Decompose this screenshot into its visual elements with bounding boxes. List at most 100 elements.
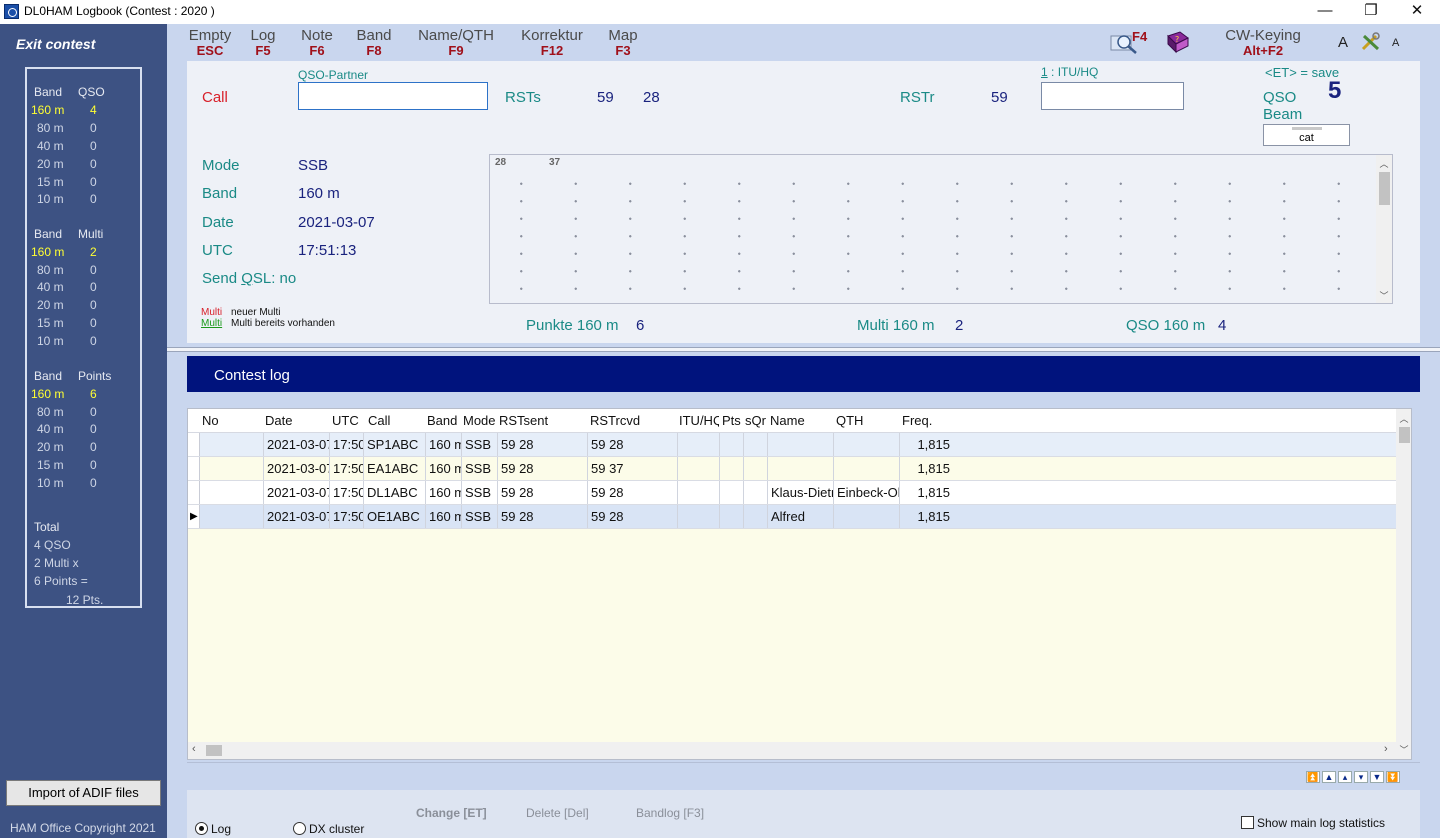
scroll-thumb[interactable]	[206, 745, 222, 756]
log-horizontal-scrollbar[interactable]: ‹ ›	[188, 742, 1396, 759]
log-radio[interactable]	[195, 822, 208, 835]
cat-button[interactable]: cat	[1263, 124, 1350, 146]
import-adif-button[interactable]: Import of ADIF files	[6, 780, 161, 806]
restore-button[interactable]: ❐	[1348, 0, 1394, 24]
menu-korrektur[interactable]: Korrektur F12	[516, 28, 588, 58]
log-vertical-scrollbar[interactable]: ︿ ﹀	[1396, 409, 1411, 759]
column-header[interactable]: Call	[368, 413, 390, 428]
menu-label: Map	[608, 27, 638, 44]
cell-rstrcvd: 59 28	[588, 481, 678, 504]
chevron-up-icon[interactable]: ︿	[1396, 412, 1411, 425]
column-header[interactable]: Band	[427, 413, 457, 428]
legend-new-tag: Multi	[201, 307, 223, 318]
itu-hq-input[interactable]	[1041, 82, 1184, 110]
mode-value[interactable]: SSB	[298, 157, 328, 174]
table-row[interactable]: 2021-03-07 17:50 EA1ABC 160 m SSB 59 28 …	[188, 457, 1396, 481]
multi-value: 0	[90, 263, 97, 277]
cell-call: OE1ABC	[364, 505, 426, 528]
cell-rstsent: 59 28	[498, 457, 588, 480]
row-indicator[interactable]	[188, 433, 200, 456]
menu-map[interactable]: Map F3	[605, 28, 641, 58]
change-button[interactable]: Change [ET]	[416, 806, 487, 820]
dx-cluster-radio[interactable]	[293, 822, 306, 835]
total-result: 12 Pts.	[66, 593, 104, 607]
scroll-thumb[interactable]	[1379, 172, 1390, 205]
rstr-value[interactable]: 59	[991, 89, 1008, 106]
scroll-thumb[interactable]	[1399, 427, 1410, 443]
utc-value[interactable]: 17:51:13	[298, 242, 356, 259]
exit-contest-button[interactable]: Exit contest	[16, 36, 95, 52]
help-book-button[interactable]: ?	[1164, 30, 1192, 56]
column-header[interactable]: UTC	[332, 413, 359, 428]
column-header[interactable]: Date	[265, 413, 292, 428]
search-log-button[interactable]: F4	[1110, 29, 1152, 56]
tools-button[interactable]	[1360, 32, 1382, 52]
cell-pts	[720, 481, 744, 504]
chevron-up-icon[interactable]: ︿	[1376, 157, 1392, 170]
delete-button[interactable]: Delete [Del]	[526, 806, 589, 820]
cat-indicator	[1292, 127, 1322, 130]
table-row[interactable]: ▶ 2021-03-07 17:50 OE1ABC 160 m SSB 59 2…	[188, 505, 1396, 529]
chevron-down-icon[interactable]: ﹀	[1376, 289, 1392, 302]
column-header[interactable]: ITU/HQ	[679, 413, 719, 428]
rsts-value-2[interactable]: 28	[643, 89, 660, 106]
column-header[interactable]: QTH	[836, 413, 863, 428]
column-header[interactable]: RSTrcvd	[590, 413, 640, 428]
cw-keying-button[interactable]: CW-Keying Alt+F2	[1222, 28, 1304, 58]
menu-name-qth[interactable]: Name/QTH F9	[416, 28, 496, 58]
send-qsl-toggle[interactable]: Send QSL: no	[202, 270, 296, 287]
qso-band: 20 m	[37, 157, 64, 171]
multi-band: 10 m	[37, 334, 64, 348]
column-header[interactable]: No	[202, 413, 219, 428]
page-up-icon[interactable]: ▲	[1322, 771, 1336, 783]
cell-pts	[720, 457, 744, 480]
panel-splitter[interactable]	[167, 347, 1440, 352]
menu-label: Name/QTH	[418, 27, 494, 44]
column-header[interactable]: Name	[770, 413, 805, 428]
column-header[interactable]: Pts	[722, 413, 741, 428]
chevron-down-icon[interactable]: ﹀	[1396, 743, 1411, 756]
column-header[interactable]: RSTsent	[499, 413, 548, 428]
rsts-value-1[interactable]: 59	[597, 89, 614, 106]
points-band: 80 m	[37, 405, 64, 419]
show-stats-checkbox[interactable]	[1241, 816, 1254, 829]
cell-no	[200, 481, 264, 504]
first-record-icon[interactable]: ⏫	[1306, 771, 1320, 783]
row-indicator[interactable]	[188, 481, 200, 504]
next-record-icon[interactable]: ▾	[1354, 771, 1368, 783]
cell-name	[768, 457, 834, 480]
menu-note[interactable]: Note F6	[298, 28, 336, 58]
close-button[interactable]: ✕	[1394, 0, 1440, 24]
multiplier-grid[interactable]: 28 37 ︿ ﹀	[489, 154, 1393, 304]
font-larger-button[interactable]: A	[1338, 34, 1348, 51]
cell-sqr	[744, 433, 768, 456]
grid-label: 37	[549, 157, 561, 168]
contest-log-grid[interactable]: No Date UTC Call Band Mode RSTsent RSTrc…	[187, 408, 1412, 760]
font-smaller-button[interactable]: A	[1392, 37, 1399, 49]
date-value[interactable]: 2021-03-07	[298, 214, 375, 231]
band-value[interactable]: 160 m	[298, 185, 340, 202]
chevron-right-icon[interactable]: ›	[1384, 743, 1388, 755]
column-header[interactable]: Freq.	[902, 413, 932, 428]
table-row[interactable]: 2021-03-07 17:50 SP1ABC 160 m SSB 59 28 …	[188, 433, 1396, 457]
menu-empty[interactable]: Empty ESC	[188, 28, 232, 58]
last-record-icon[interactable]: ⏬	[1386, 771, 1400, 783]
row-indicator[interactable]: ▶	[188, 505, 200, 528]
chevron-left-icon[interactable]: ‹	[192, 743, 196, 755]
page-down-icon[interactable]: ▼	[1370, 771, 1384, 783]
column-header[interactable]: Mode	[463, 413, 496, 428]
cell-date: 2021-03-07	[264, 433, 330, 456]
qso-table-value-header: QSO	[78, 85, 105, 99]
row-indicator[interactable]	[188, 457, 200, 480]
column-header[interactable]: sQr	[745, 413, 766, 428]
grid-scrollbar[interactable]: ︿ ﹀	[1376, 155, 1392, 303]
qso-band: 15 m	[37, 175, 64, 189]
cell-freq: 1,815	[917, 509, 950, 524]
minimize-button[interactable]: —	[1302, 0, 1348, 24]
call-input[interactable]	[298, 82, 488, 110]
menu-log[interactable]: Log F5	[248, 28, 278, 58]
table-row[interactable]: 2021-03-07 17:50 DL1ABC 160 m SSB 59 28 …	[188, 481, 1396, 505]
prev-record-icon[interactable]: ▴	[1338, 771, 1352, 783]
bandlog-button[interactable]: Bandlog [F3]	[636, 806, 704, 820]
menu-band[interactable]: Band F8	[355, 28, 393, 58]
